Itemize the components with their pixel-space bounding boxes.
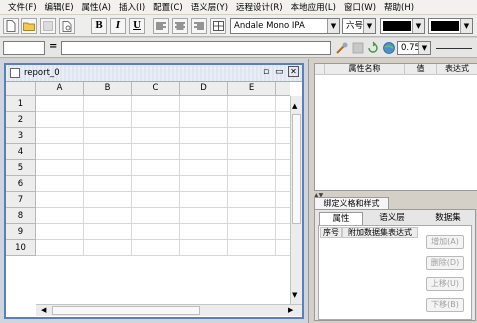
cell-reference-input[interactable] xyxy=(3,41,45,55)
properties-table: 属性名称 值 表达式 xyxy=(314,63,477,191)
row-header[interactable]: 6 xyxy=(6,176,36,192)
scroll-right-icon[interactable]: ▶ xyxy=(288,306,293,314)
italic-button[interactable]: I xyxy=(110,18,126,34)
save-icon[interactable] xyxy=(40,18,56,34)
align-right-icon[interactable] xyxy=(191,18,207,34)
vertical-scroll-thumb[interactable] xyxy=(292,114,301,224)
menu-local-app[interactable]: 本地应用(L) xyxy=(287,1,340,13)
add-button[interactable]: 增加(A) xyxy=(426,235,464,249)
scroll-down-icon[interactable]: ▼ xyxy=(292,291,297,299)
text-color-swatch xyxy=(383,21,411,31)
scroll-left-icon[interactable]: ◀ xyxy=(41,306,46,314)
tab-semantic-layer[interactable]: 语义层 xyxy=(367,213,417,225)
cell-area[interactable] xyxy=(36,96,290,256)
row-header[interactable]: 8 xyxy=(6,208,36,224)
move-up-button[interactable]: 上移(U) xyxy=(426,277,464,291)
font-size-select[interactable]: 六号 ▼ xyxy=(342,18,376,34)
delete-button[interactable]: 删除(D) xyxy=(426,256,464,270)
column-header-e[interactable]: E xyxy=(228,82,276,96)
bold-button[interactable]: B xyxy=(91,18,107,34)
row-header[interactable]: 3 xyxy=(6,128,36,144)
scroll-up-icon[interactable]: ▲ xyxy=(292,102,297,110)
attribute-list-panel: 序号 附加数据集表达式 增加(A) 删除(D) 上移(U) 下移(B) xyxy=(318,225,472,320)
tab-dataset[interactable]: 数据集 xyxy=(421,213,475,225)
open-folder-icon[interactable] xyxy=(21,18,37,34)
report-title-bar: report_0 ▫ ▭ ✕ xyxy=(6,65,302,82)
menu-edit[interactable]: 编辑(E) xyxy=(41,1,78,13)
fill-color-swatch xyxy=(431,21,459,31)
globe-icon[interactable] xyxy=(382,41,396,55)
column-header-b[interactable]: B xyxy=(84,82,132,96)
row-header[interactable]: 5 xyxy=(6,160,36,176)
maximize-icon[interactable]: ▭ xyxy=(275,67,284,77)
refresh-icon[interactable] xyxy=(366,41,380,55)
properties-corner xyxy=(315,64,325,75)
print-preview-icon[interactable] xyxy=(59,18,75,34)
menu-file[interactable]: 文件(F) xyxy=(4,1,41,13)
tools-icon[interactable] xyxy=(335,41,349,55)
column-header-d[interactable]: D xyxy=(180,82,228,96)
underline-button[interactable]: U xyxy=(129,18,145,34)
horizontal-scroll-thumb[interactable] xyxy=(52,306,200,315)
report-grid: A B C D E 1 2 3 4 5 6 7 8 9 10 xyxy=(6,82,290,304)
align-left-icon[interactable] xyxy=(153,18,169,34)
equals-label: = xyxy=(49,41,58,52)
menu-config[interactable]: 配置(C) xyxy=(149,1,187,13)
header-index[interactable]: 序号 xyxy=(320,227,342,238)
menu-attribute[interactable]: 属性(A) xyxy=(78,1,115,13)
formula-bar: = 0.75 ▼ xyxy=(0,38,477,58)
row-header[interactable]: 7 xyxy=(6,192,36,208)
move-down-button[interactable]: 下移(B) xyxy=(426,298,464,312)
chevron-down-icon: ▼ xyxy=(418,42,430,54)
text-color-select[interactable]: ▼ xyxy=(380,18,425,34)
horizontal-scrollbar[interactable]: ◀ ▶ xyxy=(36,304,302,316)
new-document-icon[interactable] xyxy=(3,18,19,34)
column-header-a[interactable]: A xyxy=(36,82,84,96)
menu-help[interactable]: 帮助(H) xyxy=(380,1,418,13)
menu-bar: 文件(F) 编辑(E) 属性(A) 插入(I) 配置(C) 语义层(Y) 远程设… xyxy=(0,0,477,14)
row-header[interactable]: 10 xyxy=(6,240,36,256)
report-document-icon xyxy=(10,68,20,78)
column-header-next[interactable] xyxy=(276,82,290,96)
zoom-select[interactable]: 0.75 ▼ xyxy=(397,41,431,55)
font-family-select[interactable]: Andale Mono IPA ▼ xyxy=(230,18,340,34)
vertical-scrollbar[interactable]: ▲ ▼ xyxy=(290,96,302,304)
menu-remote-design[interactable]: 远程设计(R) xyxy=(232,1,287,13)
menu-window[interactable]: 窗口(W) xyxy=(340,1,380,13)
header-dataset-expression[interactable]: 附加数据集表达式 xyxy=(342,227,418,238)
report-window: report_0 ▫ ▭ ✕ A B C D E 1 2 3 4 5 6 7 8… xyxy=(4,63,304,319)
chevron-down-icon: ▼ xyxy=(327,19,339,33)
merge-cells-icon[interactable] xyxy=(210,18,226,34)
toolbar: B I U Andale Mono IPA ▼ 六号 ▼ ▼ ▼ xyxy=(0,15,477,37)
property-pane: 属性名称 值 表达式 ▲▼ 绑定义格和样式 属性 语义层 数据集 序号 附加数据… xyxy=(308,59,477,323)
grid-corner xyxy=(6,82,36,96)
report-title: report_0 xyxy=(24,68,60,78)
align-center-icon[interactable] xyxy=(172,18,188,34)
row-header[interactable]: 4 xyxy=(6,144,36,160)
menu-semantic-layer[interactable]: 语义层(Y) xyxy=(187,1,232,13)
minimize-icon[interactable]: ▫ xyxy=(263,67,269,77)
chevron-down-icon: ▼ xyxy=(460,19,472,33)
header-expression[interactable]: 表达式 xyxy=(437,64,477,75)
column-header-c[interactable]: C xyxy=(132,82,180,96)
fill-color-select[interactable]: ▼ xyxy=(428,18,473,34)
menu-insert[interactable]: 插入(I) xyxy=(115,1,149,13)
formula-input[interactable] xyxy=(61,41,331,55)
tab-attributes[interactable]: 属性 xyxy=(319,212,363,225)
chevron-down-icon: ▼ xyxy=(363,19,375,33)
row-header[interactable]: 1 xyxy=(6,96,36,112)
line-style-preview[interactable] xyxy=(436,48,472,49)
header-property-name[interactable]: 属性名称 xyxy=(325,64,405,75)
bottom-panel: 属性 语义层 数据集 序号 附加数据集表达式 增加(A) 删除(D) 上移(U)… xyxy=(314,209,476,321)
header-value[interactable]: 值 xyxy=(405,64,437,75)
close-icon[interactable]: ✕ xyxy=(288,66,299,77)
font-family-value: Andale Mono IPA xyxy=(234,21,305,31)
bound-format-tab[interactable]: 绑定义格和样式 xyxy=(314,197,389,209)
chevron-down-icon: ▼ xyxy=(412,19,424,33)
row-header[interactable]: 2 xyxy=(6,112,36,128)
row-header[interactable]: 9 xyxy=(6,224,36,240)
database-icon[interactable] xyxy=(351,41,365,55)
font-size-value: 六号 xyxy=(346,21,364,31)
